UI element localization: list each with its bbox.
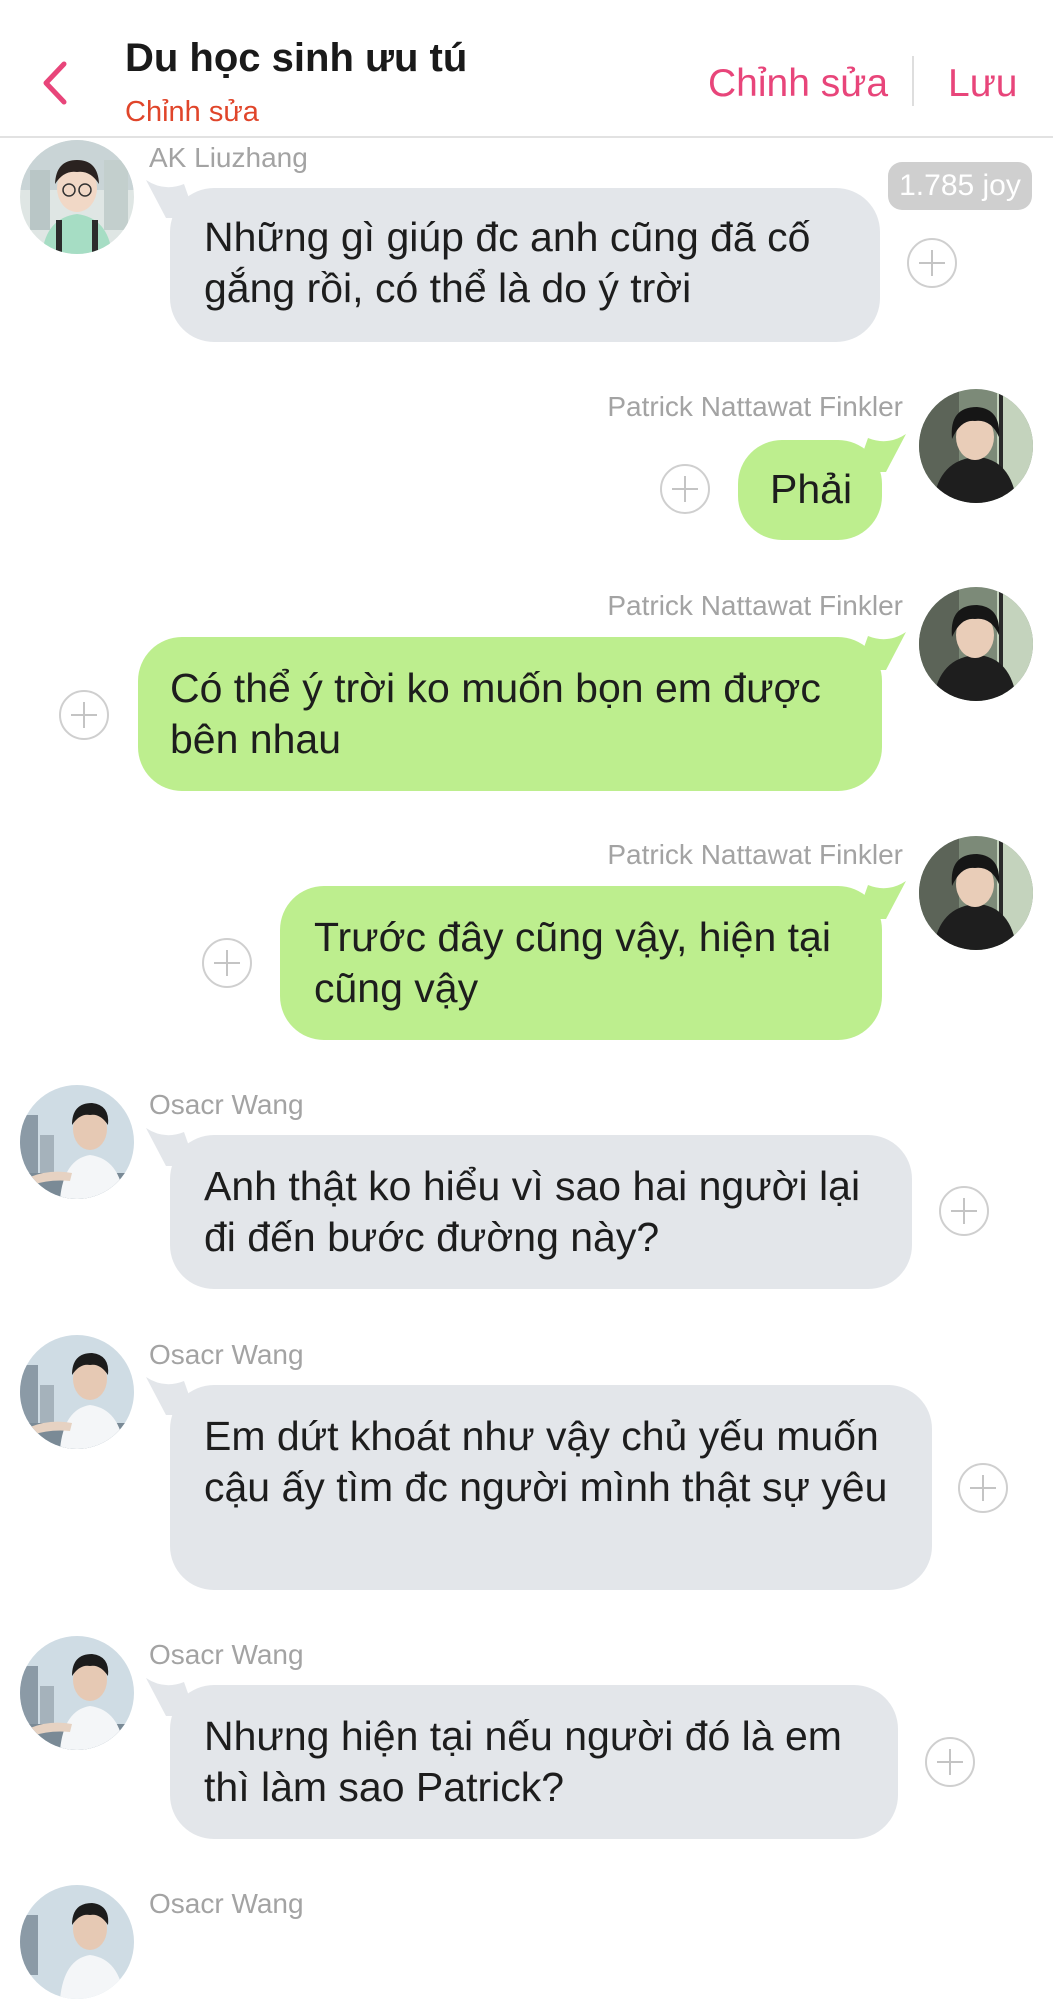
message-text: Anh thật ko hiểu vì sao hai người lại đi… — [204, 1163, 861, 1260]
save-button[interactable]: Lưu — [948, 62, 1018, 106]
sender-name: Osacr Wang — [149, 1639, 304, 1670]
add-reaction-button[interactable] — [202, 938, 252, 988]
sender-name: Osacr Wang — [149, 1089, 304, 1120]
add-reaction-button[interactable] — [925, 1737, 975, 1787]
add-reaction-button[interactable] — [958, 1463, 1008, 1513]
chat-subtitle: Chỉnh sửa — [125, 96, 259, 128]
message-text: Em dứt khoát như vậy chủ yếu muốn cậu ấy… — [204, 1413, 888, 1510]
avatar-patrick[interactable] — [919, 587, 1033, 701]
sender-name: Osacr Wang — [149, 1339, 304, 1370]
bubble-tail — [856, 881, 906, 919]
message-bubble[interactable]: Có thể ý trời ko muốn bọn em được bên nh… — [138, 637, 882, 791]
message-text: Trước đây cũng vậy, hiện tại cũng vậy — [314, 914, 831, 1011]
sender-name: AK Liuzhang — [149, 142, 308, 173]
avatar-patrick[interactable] — [919, 389, 1033, 503]
avatar-osacr-wang[interactable] — [20, 1636, 134, 1750]
top-bar: Du học sinh ưu tú Chỉnh sửa Chỉnh sửa Lư… — [0, 0, 1053, 138]
sender-name: Osacr Wang — [149, 1888, 304, 1919]
message-bubble[interactable]: Anh thật ko hiểu vì sao hai người lại đi… — [170, 1135, 912, 1289]
message-bubble[interactable]: Những gì giúp đc anh cũng đã cố gắng rồi… — [170, 188, 880, 342]
message-bubble[interactable]: Trước đây cũng vậy, hiện tại cũng vậy — [280, 886, 882, 1040]
avatar-osacr-wang[interactable] — [20, 1335, 134, 1449]
add-reaction-button[interactable] — [907, 238, 957, 288]
message-text: Những gì giúp đc anh cũng đã cố gắng rồi… — [204, 214, 811, 311]
add-reaction-button[interactable] — [660, 464, 710, 514]
message-bubble[interactable]: Em dứt khoát như vậy chủ yếu muốn cậu ấy… — [170, 1385, 932, 1590]
message-text: Nhưng hiện tại nếu người đó là em thì là… — [204, 1713, 842, 1810]
sender-name: Patrick Nattawat Finkler — [607, 839, 903, 870]
sender-name: Patrick Nattawat Finkler — [607, 391, 903, 422]
bubble-tail — [856, 632, 906, 670]
avatar-ak-liuzhang[interactable] — [20, 140, 134, 254]
chevron-left-icon — [43, 61, 67, 105]
avatar-osacr-wang[interactable] — [20, 1885, 134, 1999]
message-text: Phải — [770, 466, 853, 512]
back-button[interactable] — [36, 58, 76, 108]
avatar-patrick[interactable] — [919, 836, 1033, 950]
edit-button[interactable]: Chỉnh sửa — [708, 62, 888, 106]
header-divider — [912, 56, 914, 106]
message-bubble[interactable]: Nhưng hiện tại nếu người đó là em thì là… — [170, 1685, 898, 1839]
avatar-osacr-wang[interactable] — [20, 1085, 134, 1199]
sender-name: Patrick Nattawat Finkler — [607, 590, 903, 621]
bubble-tail — [856, 434, 906, 472]
add-reaction-button[interactable] — [59, 690, 109, 740]
chat-title: Du học sinh ưu tú — [125, 36, 468, 80]
add-reaction-button[interactable] — [939, 1186, 989, 1236]
joy-badge: 1.785 joy — [888, 162, 1032, 210]
message-text: Có thể ý trời ko muốn bọn em được bên nh… — [170, 665, 821, 762]
